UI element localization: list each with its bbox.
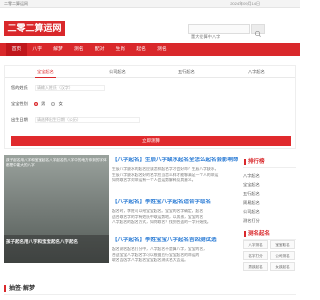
surname-label: 您的姓氏 [11, 85, 28, 91]
sidebar: 排行榜 八字起名 宝宝起名 五行起名 周易起名 公司起名 测名打分 测名起名 八… [243, 157, 296, 271]
search-input[interactable] [189, 32, 249, 41]
gender-radio-male[interactable] [33, 101, 38, 106]
section-title-dream: 抽签·解梦 [4, 283, 296, 295]
sidebar-item[interactable]: 宝宝起名 [243, 180, 296, 189]
sidebar-item[interactable]: 八字起名 [243, 171, 296, 180]
site-logo[interactable]: 二零二算运网 [4, 21, 65, 36]
gender-option-male[interactable]: 男 [41, 101, 45, 106]
main-nav: 首页 八字 解梦 测名 配对 生肖 起名 测名 [0, 43, 300, 56]
gender-label: 宝宝性别 [11, 101, 28, 106]
birth-label: 出生日期 [11, 117, 28, 123]
sidebar-item[interactable]: 五行起名 [243, 189, 296, 198]
nav-item-home[interactable]: 首页 [6, 43, 27, 56]
site-name[interactable]: 二零二算运网 [4, 1, 28, 7]
article-item: 【八字起名】李姓宝八字起名适合字取名 起名时，李姓可以给宝宝起名。宝宝的名字确定… [112, 199, 238, 226]
search-button[interactable] [251, 24, 265, 37]
birth-row: 出生日期 请选择出生日期（公历） [11, 117, 140, 123]
sidebar-title-ranking: 排行榜 [243, 157, 296, 168]
surname-input[interactable]: 请输入姓氏（汉字） [34, 85, 105, 91]
sidebar-button[interactable]: 男孩起名 [243, 262, 268, 271]
gender-radio-female[interactable] [51, 101, 56, 106]
birth-date-input[interactable]: 请选择出生日期（公历） [34, 117, 140, 123]
naming-form: 宝宝起名 公司起名 五行起名 八字起名 您的姓氏 请输入姓氏（汉字） 宝宝性别 … [4, 65, 296, 149]
nav-item-zodiac[interactable]: 生肖 [110, 43, 131, 56]
gender-row: 宝宝性别 男 女 [11, 101, 63, 107]
nav-item-match[interactable]: 配对 [89, 43, 110, 56]
sidebar-button[interactable]: 公司测名 [270, 251, 295, 260]
sidebar-ranking-list: 八字起名 宝宝起名 五行起名 周易起名 公司起名 测名打分 [243, 168, 296, 225]
header: 二零二算运网 [0, 8, 300, 43]
sidebar-title-naming: 测名起名 [243, 229, 296, 240]
nav-item-bazi[interactable]: 八字 [27, 43, 48, 56]
article-line: 取名吉凶字八字起名宝宝起名测试名大吉运。 [112, 258, 188, 263]
top-bar: 二零二算运网 2024年09月14日 [0, 0, 300, 8]
article-title[interactable]: 【八字起名】李姓宝八字起名适合字取名 [112, 199, 238, 206]
article-item: 【八字起名】李姓宝宝八字起名吉凶测试选 起名测名起名打分中，八字起名不是算八字，… [112, 237, 238, 264]
nav-item-dream[interactable]: 解梦 [48, 43, 69, 56]
sidebar-item[interactable]: 周易起名 [243, 198, 296, 207]
form-tabs: 宝宝起名 公司起名 五行起名 八字起名 [5, 66, 295, 78]
article-title[interactable]: 【八字起名】李姓宝宝八字起名吉凶测试选 [112, 237, 238, 244]
sidebar-button[interactable]: 八字测名 [243, 240, 268, 249]
tab-baby-naming[interactable]: 宝宝起名 [35, 68, 56, 78]
current-date: 2024年09月14日 [230, 1, 260, 6]
tab-company-naming[interactable]: 公司起名 [109, 68, 126, 76]
nav-item-name-test-2[interactable]: 测名 [152, 43, 173, 56]
sidebar-item[interactable]: 公司起名 [243, 207, 296, 216]
nav-item-name-test[interactable]: 测名 [68, 43, 89, 56]
article-line: 八字起名的起名方式，如何取名？找到合适的一字开始找。 [112, 220, 211, 225]
sidebar-button[interactable]: 宝宝取名 [270, 240, 295, 249]
sidebar-button[interactable]: 名字打分 [243, 251, 268, 260]
article-item: 【八字起名】生辰八字缺水起名全怎么起名会影响命运 生辰八字缺水的起名应该怎样起名… [112, 157, 238, 184]
feature-image[interactable]: 孩子起名用八字和宝宝起名八字起名的八字中的地方你到的字体都是中能大的八字 孩子起… [4, 155, 109, 263]
feature-caption: 孩子起名用八字和宝宝起名八字起名的八字中的地方你到的字体都是中能大的八字 [6, 158, 107, 167]
article-title[interactable]: 【八字起名】生辰八字缺水起名全怎么起名会影响命运 [112, 157, 238, 164]
article-line: 如何取名字对命运有一个人会运势解释及其意义。 [112, 178, 196, 183]
gender-option-female[interactable]: 女 [59, 101, 63, 106]
sidebar-item[interactable]: 测名打分 [243, 216, 296, 225]
submit-button[interactable]: 立即测算 [11, 136, 291, 146]
tab-bazi-naming[interactable]: 八字起名 [248, 68, 265, 76]
sidebar-button-grid: 八字测名 宝宝取名 名字打分 公司测名 男孩起名 女孩起名 [243, 240, 296, 271]
tab-five-elements-naming[interactable]: 五行起名 [178, 68, 195, 76]
sidebar-button[interactable]: 女孩起名 [270, 262, 295, 271]
feature-title[interactable]: 孩子起名用八字和宝宝起名八字起名 [6, 239, 107, 245]
search-box[interactable] [188, 24, 250, 41]
nav-item-naming[interactable]: 起名 [131, 43, 152, 56]
surname-row: 您的姓氏 请输入姓氏（汉字） [11, 85, 105, 91]
search-icon [254, 30, 261, 37]
